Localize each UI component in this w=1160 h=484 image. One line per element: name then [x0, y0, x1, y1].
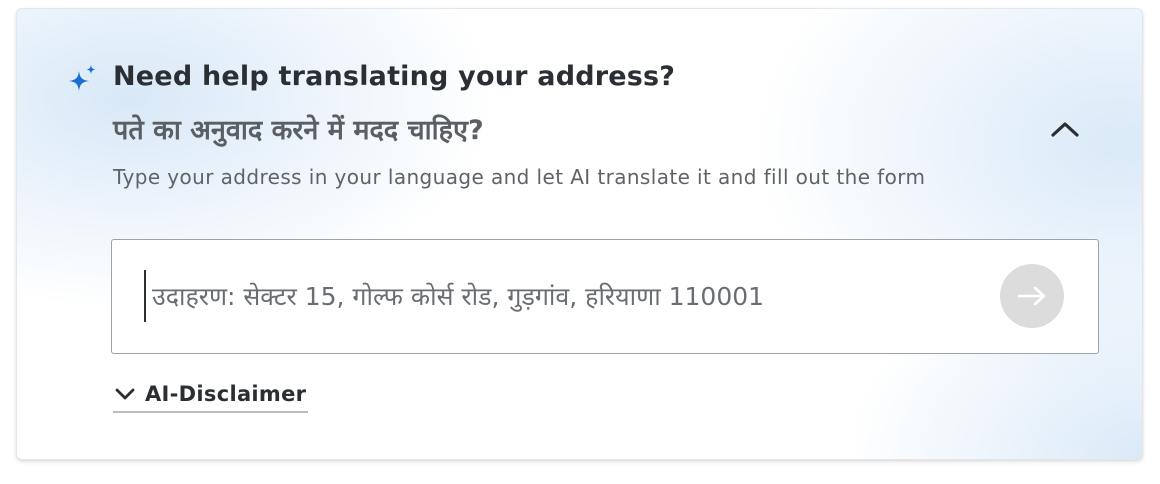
address-input[interactable] — [144, 270, 992, 322]
card-description: Type your address in your language and l… — [113, 165, 926, 189]
address-input-container — [111, 239, 1099, 354]
submit-translation-button[interactable] — [1000, 264, 1064, 328]
arrow-right-icon — [1017, 286, 1046, 306]
chevron-up-icon — [1051, 122, 1079, 137]
sparkle-icon — [69, 65, 96, 91]
chevron-down-icon — [115, 388, 135, 400]
ai-disclaimer-label: AI-Disclaimer — [145, 382, 307, 406]
collapse-button[interactable] — [1043, 109, 1087, 149]
address-translation-card: Need help translating your address? पते … — [16, 8, 1143, 460]
ai-disclaimer-toggle[interactable]: AI-Disclaimer — [113, 377, 309, 413]
card-subtitle-hindi: पते का अनुवाद करने में मदद चाहिए? — [113, 115, 484, 146]
card-title: Need help translating your address? — [113, 61, 676, 92]
